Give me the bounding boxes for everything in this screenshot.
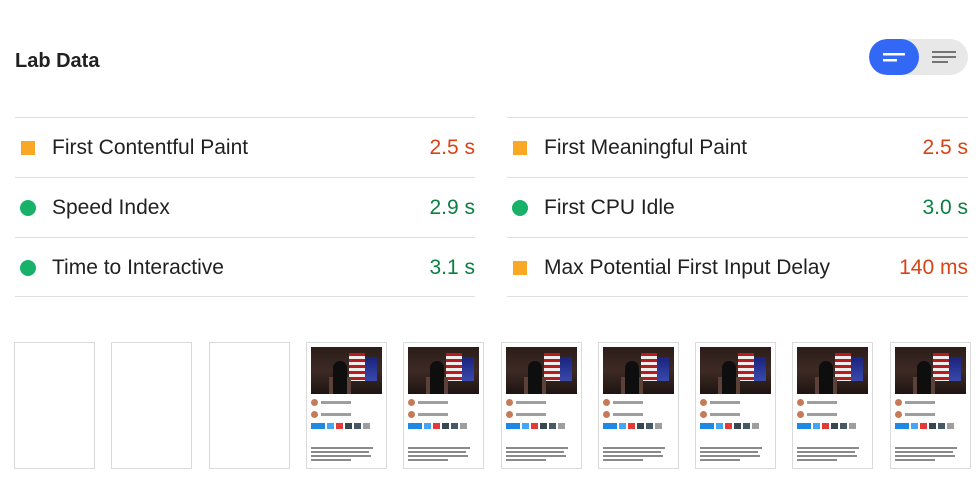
thumbnail-byline bbox=[506, 399, 566, 406]
metric-row: First Meaningful Paint 2.5 s bbox=[507, 117, 968, 177]
fast-circle-icon bbox=[512, 200, 528, 216]
filmstrip-frame bbox=[306, 342, 387, 469]
metric-label: Speed Index bbox=[52, 196, 170, 219]
average-square-icon bbox=[513, 141, 527, 155]
metric-value: 2.5 s bbox=[429, 136, 475, 159]
thumbnail-byline bbox=[700, 411, 760, 418]
average-square-icon bbox=[21, 141, 35, 155]
thumbnail-byline bbox=[797, 399, 857, 406]
thumbnail-byline bbox=[700, 399, 760, 406]
metric-row: First Contentful Paint 2.5 s bbox=[15, 117, 475, 177]
thumbnail-photo bbox=[408, 347, 479, 394]
metrics-column-right: First Meaningful Paint 2.5 s First CPU I… bbox=[507, 117, 968, 297]
filmstrip-frame bbox=[14, 342, 95, 469]
thumbnail-share-buttons bbox=[408, 423, 478, 429]
fast-circle-icon bbox=[20, 200, 36, 216]
section-title: Lab Data bbox=[15, 50, 100, 72]
thumbnail-text bbox=[603, 447, 665, 463]
metric-value: 3.0 s bbox=[922, 196, 968, 219]
average-square-icon bbox=[513, 261, 527, 275]
metric-row: Time to Interactive 3.1 s bbox=[15, 237, 475, 297]
metric-label: First Contentful Paint bbox=[52, 136, 249, 159]
thumbnail-text bbox=[506, 447, 568, 463]
thumbnail-byline bbox=[603, 411, 663, 418]
thumbnail-photo bbox=[700, 347, 771, 394]
thumbnail-byline bbox=[603, 399, 663, 406]
thumbnail-text bbox=[895, 447, 957, 463]
thumbnail-photo bbox=[603, 347, 674, 394]
thumbnail-byline bbox=[797, 411, 857, 418]
metric-value: 2.9 s bbox=[429, 196, 475, 219]
lab-data-header: Lab Data bbox=[15, 0, 970, 117]
metric-label: First Meaningful Paint bbox=[544, 136, 748, 159]
thumbnail-byline bbox=[408, 399, 468, 406]
thumbnail-text bbox=[797, 447, 859, 463]
thumbnail-share-buttons bbox=[311, 423, 381, 429]
detailed-view-button[interactable] bbox=[918, 39, 968, 75]
thumbnail-photo bbox=[506, 347, 577, 394]
summary-view-icon bbox=[883, 53, 905, 62]
thumbnail-photo bbox=[311, 347, 382, 394]
thumbnail-share-buttons bbox=[506, 423, 576, 429]
filmstrip-frame bbox=[598, 342, 679, 469]
filmstrip-frame bbox=[792, 342, 873, 469]
metric-row: First CPU Idle 3.0 s bbox=[507, 177, 968, 237]
metrics-column-left: First Contentful Paint 2.5 s Speed Index… bbox=[15, 117, 475, 297]
view-toggle[interactable] bbox=[869, 39, 968, 75]
summary-view-button[interactable] bbox=[869, 39, 919, 75]
filmstrip-frame bbox=[209, 342, 290, 469]
metric-value: 3.1 s bbox=[429, 256, 475, 279]
metric-row: Speed Index 2.9 s bbox=[15, 177, 475, 237]
filmstrip-frame bbox=[111, 342, 192, 469]
filmstrip-frame bbox=[501, 342, 582, 469]
filmstrip-frame bbox=[403, 342, 484, 469]
thumbnail-photo bbox=[797, 347, 868, 394]
filmstrip bbox=[14, 342, 971, 469]
thumbnail-byline bbox=[895, 399, 955, 406]
thumbnail-byline bbox=[311, 411, 371, 418]
fast-circle-icon bbox=[20, 260, 36, 276]
filmstrip-frame bbox=[695, 342, 776, 469]
metric-value: 2.5 s bbox=[922, 136, 968, 159]
metric-row: Max Potential First Input Delay 140 ms bbox=[507, 237, 968, 297]
thumbnail-share-buttons bbox=[603, 423, 673, 429]
thumbnail-byline bbox=[506, 411, 566, 418]
detailed-view-icon bbox=[932, 51, 956, 63]
thumbnail-byline bbox=[311, 399, 371, 406]
thumbnail-byline bbox=[408, 411, 468, 418]
thumbnail-share-buttons bbox=[700, 423, 770, 429]
thumbnail-text bbox=[700, 447, 762, 463]
thumbnail-byline bbox=[895, 411, 955, 418]
thumbnail-text bbox=[311, 447, 373, 463]
thumbnail-share-buttons bbox=[797, 423, 867, 429]
metric-label: First CPU Idle bbox=[544, 196, 675, 219]
metric-value: 140 ms bbox=[899, 256, 968, 279]
thumbnail-photo bbox=[895, 347, 966, 394]
thumbnail-share-buttons bbox=[895, 423, 965, 429]
thumbnail-text bbox=[408, 447, 470, 463]
filmstrip-frame bbox=[890, 342, 971, 469]
metric-label: Max Potential First Input Delay bbox=[544, 256, 830, 279]
metric-label: Time to Interactive bbox=[52, 256, 224, 279]
